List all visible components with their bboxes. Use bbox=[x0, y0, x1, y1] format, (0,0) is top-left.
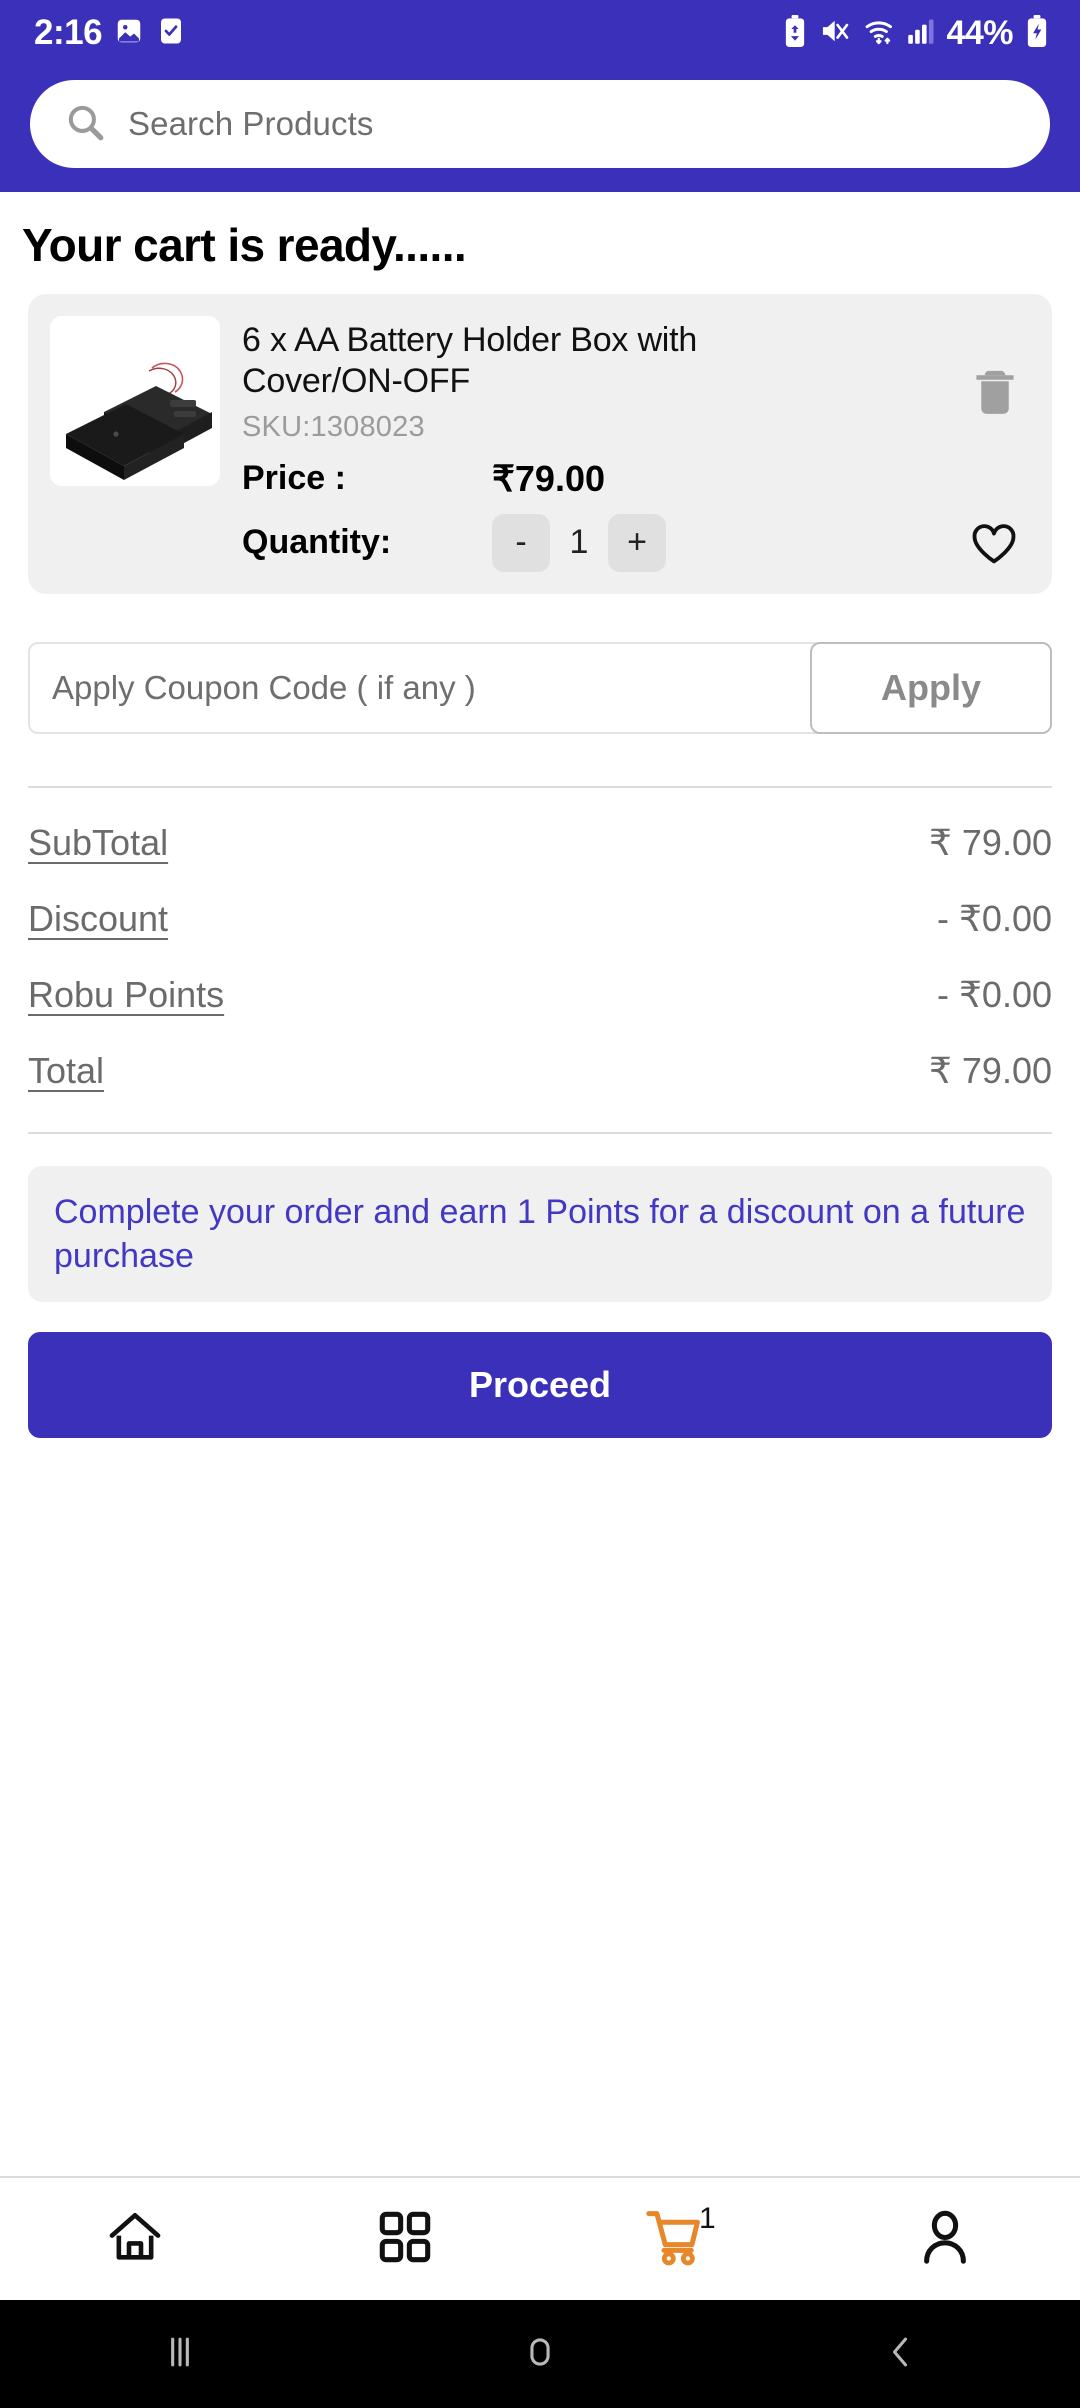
apply-coupon-button[interactable]: Apply bbox=[810, 641, 1052, 734]
product-info: 6 x AA Battery Holder Box with Cover/ON-… bbox=[242, 316, 1030, 572]
heart-icon bbox=[970, 522, 1018, 569]
coupon-row: Apply bbox=[28, 641, 1052, 734]
quantity-decrement-button[interactable]: - bbox=[492, 513, 550, 572]
quantity-value: 1 bbox=[569, 523, 589, 562]
price-row: Price : ₹79.00 bbox=[242, 458, 1030, 500]
coupon-input[interactable] bbox=[30, 643, 810, 732]
bottom-navigation: 1 bbox=[0, 2176, 1080, 2300]
wishlist-button[interactable] bbox=[970, 522, 1018, 569]
back-icon bbox=[878, 2330, 922, 2379]
summary-value: ₹ 79.00 bbox=[929, 1049, 1052, 1091]
price-label: Price : bbox=[242, 459, 346, 498]
product-thumbnail[interactable] bbox=[50, 316, 220, 486]
battery-percent-label: 44% bbox=[946, 13, 1013, 52]
summary-row-discount: Discount - ₹0.00 bbox=[28, 864, 1052, 940]
charging-battery-icon bbox=[1024, 14, 1050, 52]
search-input[interactable] bbox=[128, 105, 1016, 143]
gallery-icon bbox=[114, 16, 144, 51]
nav-item-categories[interactable] bbox=[270, 2178, 540, 2300]
quantity-stepper[interactable]: - 1 + bbox=[492, 513, 666, 572]
app-screen: 2:16 44% Search Products Your cart is re… bbox=[0, 0, 1080, 2408]
search-icon bbox=[64, 101, 106, 148]
summary-label: Total bbox=[28, 1049, 105, 1091]
cart-item-card: 6 x AA Battery Holder Box with Cover/ON-… bbox=[28, 294, 1052, 594]
summary-value: - ₹0.00 bbox=[937, 973, 1052, 1015]
summary-value: - ₹0.00 bbox=[937, 897, 1052, 939]
page-title: Your cart is ready...... bbox=[22, 219, 467, 271]
trash-icon bbox=[972, 366, 1018, 421]
nav-item-home[interactable] bbox=[0, 2178, 270, 2300]
product-title: 6 x AA Battery Holder Box with Cover/ON-… bbox=[242, 321, 698, 401]
quantity-increment-button[interactable]: + bbox=[608, 513, 666, 572]
tasks-icon bbox=[156, 16, 186, 51]
android-navigation-bar bbox=[0, 2300, 1080, 2408]
order-summary: SubTotal ₹ 79.00 Discount - ₹0.00 Robu P… bbox=[0, 788, 1080, 1092]
summary-label: SubTotal bbox=[28, 821, 169, 863]
delete-item-button[interactable] bbox=[972, 366, 1018, 421]
quantity-row: Quantity: - 1 + bbox=[242, 513, 1030, 572]
summary-row-robu-points: Robu Points - ₹0.00 bbox=[28, 940, 1052, 1016]
status-bar-right: 44% bbox=[782, 14, 1050, 53]
home-icon bbox=[105, 2207, 165, 2272]
summary-row-total: Total ₹ 79.00 bbox=[28, 1016, 1052, 1092]
quantity-label: Quantity: bbox=[242, 523, 392, 562]
home-icon bbox=[518, 2330, 562, 2379]
battery-saver-icon bbox=[782, 14, 808, 52]
summary-bottom-divider bbox=[28, 1131, 1052, 1134]
nav-item-account[interactable] bbox=[810, 2178, 1080, 2300]
android-back-button[interactable] bbox=[820, 2330, 980, 2379]
signal-icon bbox=[907, 16, 935, 51]
nav-item-cart[interactable]: 1 bbox=[540, 2178, 810, 2300]
categories-icon bbox=[376, 2208, 434, 2271]
mute-vibrate-icon bbox=[819, 16, 853, 51]
proceed-button[interactable]: Proceed bbox=[28, 1332, 1052, 1439]
summary-label: Robu Points bbox=[28, 973, 225, 1015]
android-recents-button[interactable] bbox=[100, 2330, 260, 2379]
app-header bbox=[0, 66, 1080, 192]
summary-label: Discount bbox=[28, 897, 169, 939]
product-sku: SKU:1308023 bbox=[242, 410, 425, 443]
account-icon bbox=[916, 2208, 974, 2271]
cart-body: Your cart is ready...... 6 x AA Battery … bbox=[0, 192, 1080, 1808]
points-banner: Complete your order and earn 1 Points fo… bbox=[28, 1165, 1052, 1303]
search-bar[interactable] bbox=[30, 80, 1050, 168]
recents-icon bbox=[158, 2330, 202, 2379]
summary-value: ₹ 79.00 bbox=[929, 821, 1052, 863]
price-value: ₹79.00 bbox=[492, 457, 605, 499]
android-home-button[interactable] bbox=[460, 2330, 620, 2379]
status-bar-left: 2:16 bbox=[34, 13, 186, 53]
summary-row-subtotal: SubTotal ₹ 79.00 bbox=[28, 788, 1052, 864]
cart-badge: 1 bbox=[699, 2202, 716, 2235]
wifi-icon bbox=[864, 16, 896, 51]
cart-icon bbox=[644, 2206, 706, 2273]
status-bar: 2:16 44% bbox=[0, 0, 1080, 66]
status-bar-clock: 2:16 bbox=[34, 13, 103, 52]
